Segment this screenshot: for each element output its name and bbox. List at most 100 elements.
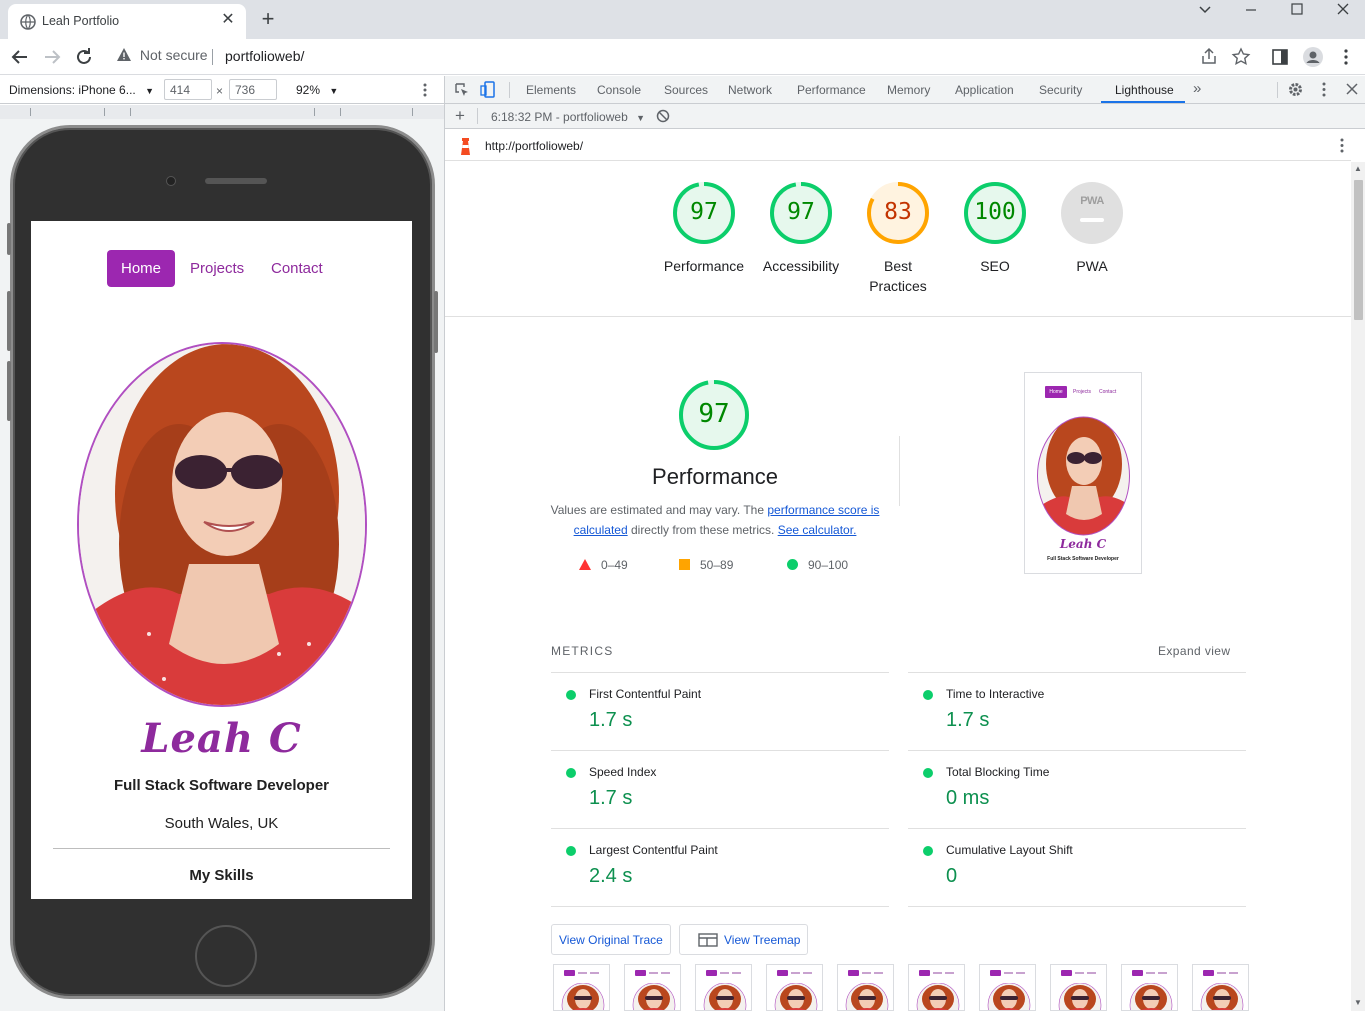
report-menu-icon[interactable] (1335, 137, 1349, 154)
screenshot-portrait (1037, 416, 1130, 536)
pass-circle-icon (566, 846, 576, 856)
report-scrollbar-thumb[interactable] (1354, 180, 1363, 320)
screenshot-nav-contact: Contact (1099, 389, 1117, 395)
inspect-element-icon[interactable] (454, 82, 470, 98)
profile-avatar-icon[interactable] (1303, 47, 1323, 67)
metric-name: Time to Interactive (946, 687, 1045, 701)
phone-side-button (434, 291, 438, 353)
legend-pass: 90–100 (787, 558, 848, 572)
report-selector[interactable]: 6:18:32 PM - portfolioweb ▼ (491, 110, 645, 124)
phone-side-button (7, 291, 11, 351)
location-text: South Wales, UK (164, 815, 279, 832)
section-divider (53, 848, 390, 849)
settings-gear-icon[interactable] (1287, 81, 1304, 98)
gauge-pwa[interactable]: PWA (1059, 180, 1129, 250)
gauge-accessibility[interactable]: 97 (768, 180, 838, 250)
close-devtools-icon[interactable] (1345, 82, 1359, 96)
new-tab-button[interactable]: + (256, 8, 280, 32)
screenshot-role: Full Stack Software Developer (1047, 556, 1119, 562)
clear-reports-icon[interactable] (656, 109, 670, 123)
tab-elements[interactable]: Elements (526, 83, 576, 97)
back-arrow-icon[interactable] (8, 45, 32, 69)
scroll-down-arrow-icon[interactable]: ▼ (1354, 998, 1362, 1007)
tab-sources[interactable]: Sources (664, 83, 708, 97)
filmstrip-frame (1050, 964, 1107, 1011)
scroll-up-arrow-icon[interactable]: ▲ (1354, 164, 1362, 173)
phone-home-button (195, 925, 257, 987)
screenshot-nav-home: Home (1045, 386, 1067, 398)
devtools-tab-bar: Elements Console Sources Network Perform… (445, 76, 1365, 104)
report-url-text: http://portfolioweb/ (485, 139, 584, 153)
metric-value: 0 (946, 865, 958, 887)
zoom-label: 92% (296, 83, 321, 97)
phone-earpiece (205, 178, 267, 184)
gauge-performance[interactable]: 97 (671, 180, 741, 250)
see-calculator-link[interactable]: See calculator. (778, 523, 857, 537)
filmstrip-frame (695, 964, 752, 1011)
maximize-button[interactable] (1274, 2, 1320, 22)
close-window-button[interactable] (1320, 2, 1365, 22)
tab-close-icon[interactable]: ✕ (218, 10, 238, 30)
filmstrip-frame (1192, 964, 1249, 1011)
devtools-menu-icon[interactable] (1317, 81, 1331, 98)
report-url-bar: http://portfolioweb/ (445, 129, 1351, 161)
gauge-score-value: 97 (787, 199, 815, 225)
security-indicator[interactable]: Not secure (116, 47, 208, 67)
tab-performance[interactable]: Performance (797, 83, 866, 97)
tab-search-chevron-icon[interactable] (1182, 2, 1228, 22)
gauge-score-value: 97 (690, 199, 718, 225)
nav-contact-link[interactable]: Contact (271, 260, 323, 277)
warning-triangle-icon (117, 48, 131, 61)
metric-name: Total Blocking Time (946, 765, 1050, 779)
active-tab-indicator (1101, 101, 1185, 103)
tab-network[interactable]: Network (728, 83, 772, 97)
nav-home-link[interactable]: Home (107, 250, 175, 287)
screenshot-signature: Leah C (1059, 537, 1107, 551)
device-toggle-icon[interactable] (480, 81, 496, 98)
dropdown-triangle-icon: ▼ (636, 113, 646, 123)
browser-tab[interactable]: Leah Portfolio ✕ (8, 4, 246, 39)
gauge-label-pwa: PWA (1076, 258, 1108, 274)
address-bar-url[interactable]: portfolioweb/ (225, 48, 304, 64)
tab-memory[interactable]: Memory (887, 83, 930, 97)
metric-value: 1.7 s (946, 709, 990, 731)
legend-range: 50–89 (700, 558, 734, 572)
metric-value: 1.7 s (589, 709, 633, 731)
dropdown-triangle-icon: ▼ (329, 86, 339, 96)
zoom-select[interactable]: 92% ▼ (296, 83, 338, 97)
job-title: Full Stack Software Developer (113, 777, 330, 794)
performance-heading: Performance (652, 464, 778, 489)
new-report-icon[interactable]: + (455, 106, 465, 126)
reload-icon[interactable] (72, 45, 96, 69)
tab-console[interactable]: Console (597, 83, 641, 97)
security-label: Not secure (139, 47, 208, 63)
browser-menu-icon[interactable] (1336, 47, 1356, 67)
device-toolbar: Dimensions: iPhone 6... ▼ 414 × 736 92% … (0, 76, 444, 104)
dimension-times: × (216, 84, 224, 98)
gauge-seo[interactable]: 100 (962, 180, 1032, 250)
tab-lighthouse[interactable]: Lighthouse (1115, 83, 1174, 97)
device-width-input[interactable]: 414 (164, 79, 212, 100)
pass-circle-icon (566, 690, 576, 700)
device-height-input[interactable]: 736 (229, 79, 277, 100)
bookmark-star-icon[interactable] (1231, 47, 1251, 67)
view-original-trace-button[interactable]: View Original Trace (551, 924, 671, 955)
nav-projects-link[interactable]: Projects (190, 260, 244, 277)
final-screenshot-thumbnail[interactable]: Home Projects Contact Leah C Full Stack … (1024, 372, 1142, 574)
tab-security[interactable]: Security (1039, 83, 1082, 97)
device-dimensions-select[interactable]: Dimensions: iPhone 6... ▼ (9, 83, 154, 97)
pass-circle-icon (566, 768, 576, 778)
gauge-best-practices[interactable]: 83 (865, 180, 935, 250)
view-treemap-label: View Treemap (724, 933, 801, 947)
device-toolbar-menu-icon[interactable] (418, 82, 432, 98)
browser-toolbar: Not secure portfolioweb/ (0, 39, 1365, 75)
expand-view-toggle[interactable]: Expand view (1158, 644, 1230, 658)
side-panel-icon[interactable] (1270, 47, 1290, 67)
more-tabs-icon[interactable]: » (1193, 80, 1201, 97)
view-treemap-button[interactable]: View Treemap (679, 924, 809, 955)
lighthouse-logo-icon (461, 138, 470, 155)
tab-application[interactable]: Application (955, 83, 1014, 97)
forward-arrow-icon[interactable] (40, 45, 64, 69)
share-icon[interactable] (1199, 47, 1219, 67)
minimize-button[interactable] (1228, 2, 1274, 22)
